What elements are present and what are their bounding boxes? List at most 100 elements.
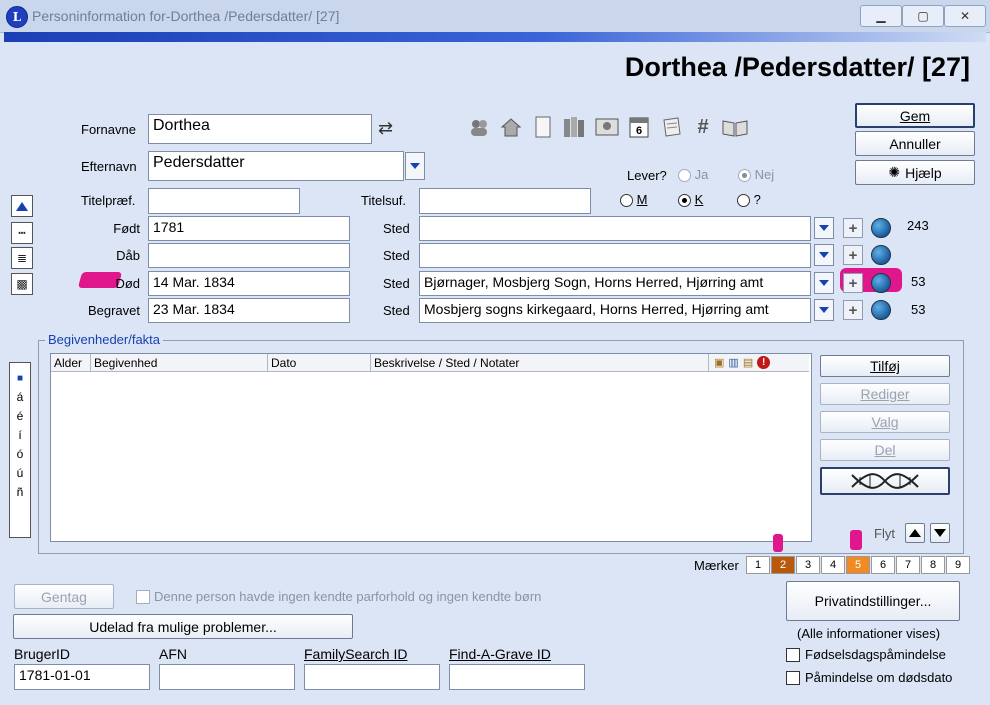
view-list-button[interactable]: ≣ [11,247,33,269]
gem-button[interactable]: Gem [855,103,975,128]
special-chars-panel[interactable]: ■ á é í ó ú ñ [9,362,31,538]
familysearch-id-link[interactable]: FamilySearch ID [304,646,407,662]
char-n-tilde[interactable]: ñ [17,483,24,502]
move-up-button[interactable] [11,195,33,217]
add-place-button-dod[interactable]: + [843,273,863,293]
column-icons: ▣ ▥ ▤ ! [709,354,809,372]
tilfoj-button[interactable]: Tilføj [820,355,950,377]
books-icon[interactable] [562,114,588,140]
char-u-acute[interactable]: ú [17,464,24,483]
scroll-icon[interactable] [658,114,684,140]
find-a-grave-id-field[interactable] [449,664,585,690]
marker-4[interactable]: 4 [821,556,845,574]
column-header[interactable]: Begivenhed [91,354,268,372]
bruger-id-field[interactable]: 1781-01-01 [14,664,150,690]
udelad-button[interactable]: Udelad fra mulige problemer... [13,614,353,639]
marker-3[interactable]: 3 [796,556,820,574]
calendar-icon[interactable]: 6 [626,114,652,140]
place-dropdown-dod[interactable] [814,272,834,294]
death-reminder-checkbox[interactable] [786,671,800,685]
titelpraef-field[interactable] [148,188,300,214]
marker-6[interactable]: 6 [871,556,895,574]
gender-unknown-radio[interactable]: ? [737,192,761,208]
place-field-daab[interactable] [419,243,811,268]
efternavn-field[interactable]: Pedersdatter [148,151,404,181]
photo-icon[interactable]: ▤ [743,356,753,369]
gender-k-radio[interactable]: K [678,192,703,208]
swap-names-icon[interactable]: ⇄ [378,118,393,139]
chevron-down-icon [819,307,829,313]
people-icon[interactable] [466,114,492,140]
gentag-button[interactable]: Gentag [14,584,114,609]
place-dropdown-daab[interactable] [814,244,834,266]
find-a-grave-id-link[interactable]: Find-A-Grave ID [449,646,551,662]
marker-8[interactable]: 8 [921,556,945,574]
add-place-button-daab[interactable]: + [843,245,863,265]
add-place-button-begravet[interactable]: + [843,300,863,320]
globe-icon[interactable] [871,245,891,265]
place-dropdown-fodt[interactable] [814,217,834,239]
afn-field[interactable] [159,664,295,690]
view-compact-button[interactable]: ┅ [11,222,33,244]
event-date-dod[interactable]: 14 Mar. 1834 [148,271,350,296]
event-date-begravet[interactable]: 23 Mar. 1834 [148,298,350,323]
lever-ja-radio[interactable]: Ja [678,167,708,183]
add-place-button-fodt[interactable]: + [843,218,863,238]
char-e-acute[interactable]: é [17,407,24,426]
rediger-button[interactable]: Rediger [820,383,950,405]
alert-icon[interactable]: ! [757,356,771,369]
efternavn-dropdown[interactable] [405,152,425,180]
place-field-dod[interactable]: Bjørnager, Mosbjerg Sogn, Horns Herred, … [419,271,811,296]
titelsuf-label: Titelsuf. [361,193,407,208]
globe-icon[interactable] [871,300,891,320]
marker-1[interactable]: 1 [746,556,770,574]
minimize-icon[interactable]: ▁ [860,5,902,27]
marker-7[interactable]: 7 [896,556,920,574]
move-up-button[interactable] [905,523,925,543]
marker-9[interactable]: 9 [946,556,970,574]
event-date-fodt[interactable]: 1781 [148,216,350,241]
char-a-acute[interactable]: á [17,388,24,407]
globe-icon[interactable] [871,218,891,238]
column-header[interactable]: Dato [268,354,371,372]
char-i-acute[interactable]: í [18,426,21,445]
lever-nej-radio[interactable]: Nej [738,167,774,183]
open-book-icon[interactable] [722,114,748,140]
move-down-button[interactable] [930,523,950,543]
people-icon[interactable]: ▣ [714,356,724,369]
dna-button[interactable] [820,467,950,495]
titelsuf-field[interactable] [419,188,591,214]
place-dropdown-begravet[interactable] [814,299,834,321]
place-field-fodt[interactable] [419,216,811,241]
birthday-reminder-checkbox[interactable] [786,648,800,662]
event-label-dod: Død [115,276,140,291]
marker-5[interactable]: 5 [846,556,870,574]
no-partners-checkbox[interactable] [136,590,150,604]
hjaelp-button[interactable]: ✺ Hjælp [855,160,975,185]
maximize-icon[interactable]: ▢ [902,5,944,27]
books-icon[interactable]: ▥ [728,356,738,369]
column-header[interactable]: Beskrivelse / Sted / Notater [371,354,709,372]
globe-icon[interactable] [871,273,891,293]
house-icon[interactable] [498,114,524,140]
del-button[interactable]: Del [820,439,950,461]
marker-2[interactable]: 2 [771,556,795,574]
hash-icon[interactable]: # [690,114,716,140]
fornavne-field[interactable]: Dorthea [148,114,372,144]
view-full-button[interactable]: ▩ [11,273,33,295]
place-field-begravet[interactable]: Mosbjerg sogns kirkegaard, Horns Herred,… [419,298,811,323]
valg-button[interactable]: Valg [820,411,950,433]
annuller-button[interactable]: Annuller [855,131,975,156]
privatindstillinger-button[interactable]: Privatindstillinger... [786,581,960,621]
column-header[interactable]: Alder [51,354,91,372]
photo-icon[interactable] [594,114,620,140]
familysearch-id-field[interactable] [304,664,440,690]
birthday-reminder-label: Fødselsdagspåmindelse [805,647,946,662]
facts-table[interactable]: Alder Begivenhed Dato Beskrivelse / Sted… [50,353,812,542]
gender-m-radio[interactable]: M [620,192,647,208]
event-date-daab[interactable] [148,243,350,268]
char-o-acute[interactable]: ó [17,445,24,464]
close-icon[interactable]: ✕ [944,5,986,27]
document-icon[interactable] [530,114,556,140]
no-partners-label: Denne person havde ingen kendte parforho… [154,589,542,604]
